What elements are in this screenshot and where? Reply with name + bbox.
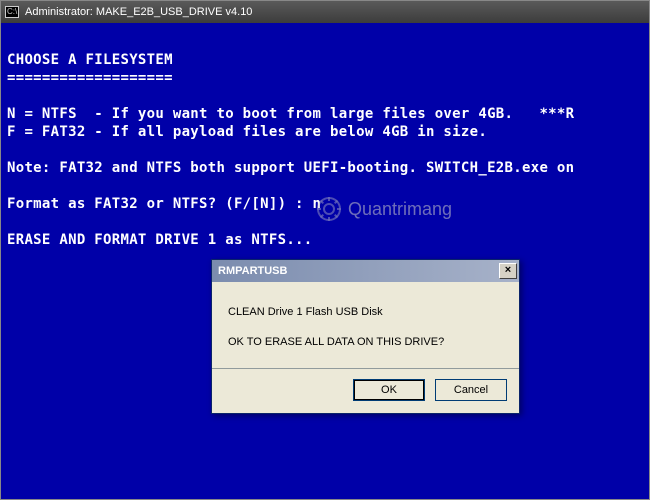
window-title: Administrator: MAKE_E2B_USB_DRIVE v4.10 [25,6,252,18]
console-option-f: F = FAT32 - If all payload files are bel… [7,124,487,140]
confirm-dialog: RMPARTUSB × CLEAN Drive 1 Flash USB Disk… [211,259,520,414]
close-icon[interactable]: × [499,263,517,279]
cmd-icon: C:\ [5,6,19,18]
console-note: Note: FAT32 and NTFS both support UEFI-b… [7,160,574,176]
console-status: ERASE AND FORMAT DRIVE 1 as NTFS... [7,232,313,248]
console-option-n: N = NTFS - If you want to boot from larg… [7,106,574,122]
dialog-message-line1: CLEAN Drive 1 Flash USB Disk [228,306,503,318]
console-heading: CHOOSE A FILESYSTEM [7,52,173,68]
dialog-button-row: OK Cancel [212,369,519,413]
dialog-title-text: RMPARTUSB [218,265,287,277]
dialog-titlebar[interactable]: RMPARTUSB × [212,260,519,282]
cancel-button[interactable]: Cancel [435,379,507,401]
console-prompt: Format as FAT32 or NTFS? (F/[N]) : n [7,196,321,212]
console-underline: =================== [7,70,173,86]
dialog-body: CLEAN Drive 1 Flash USB Disk OK TO ERASE… [212,282,519,362]
window-titlebar: C:\ Administrator: MAKE_E2B_USB_DRIVE v4… [1,1,649,23]
ok-button[interactable]: OK [353,379,425,401]
dialog-message-line2: OK TO ERASE ALL DATA ON THIS DRIVE? [228,336,503,348]
